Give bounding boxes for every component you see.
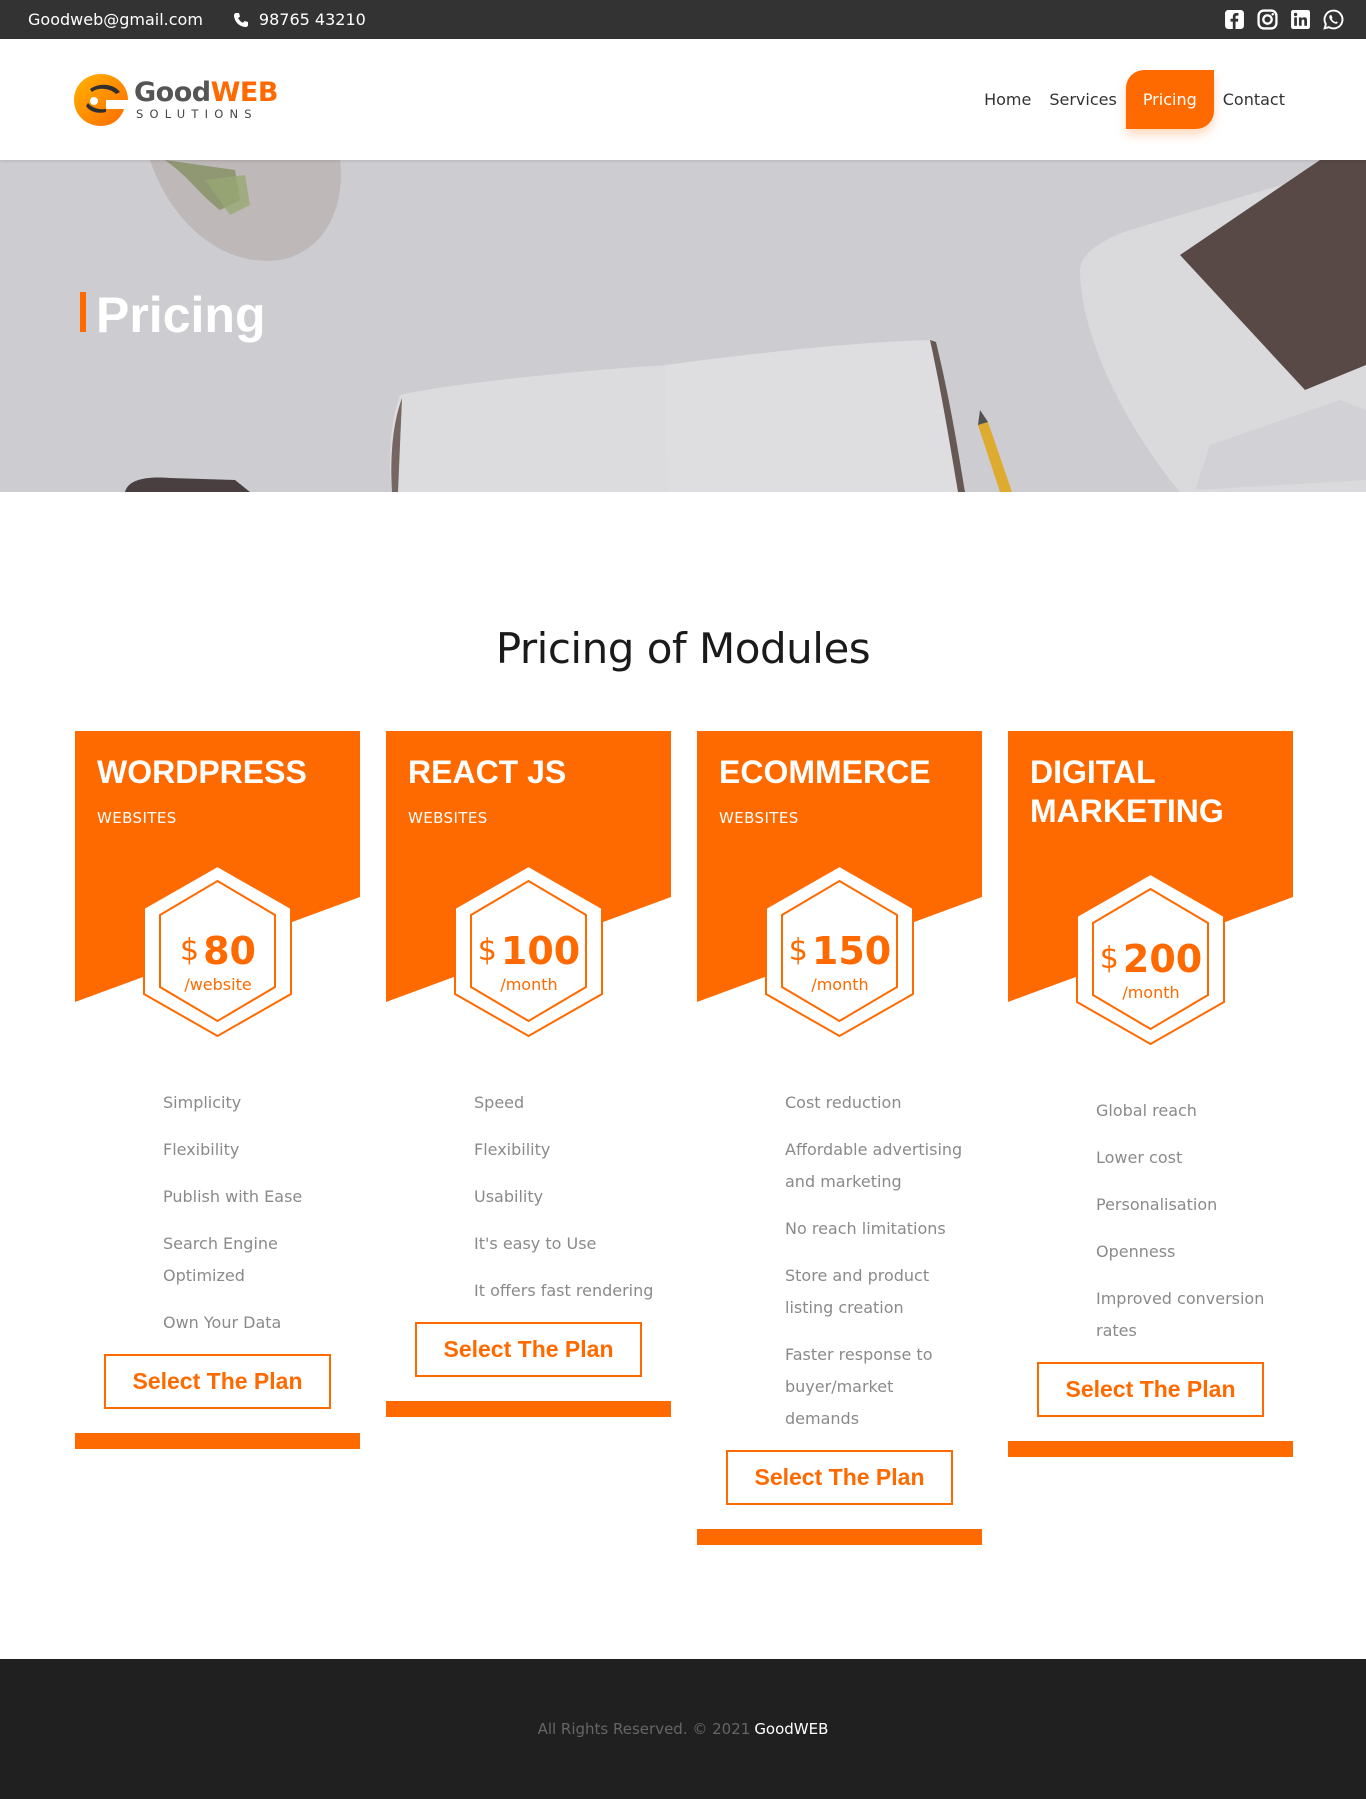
footer-brand-link[interactable]: GoodWEB — [754, 1720, 828, 1738]
feature-item: Flexibility — [163, 1140, 240, 1159]
feature-item: Affordable advertising and marketing — [785, 1140, 963, 1191]
copyright-text: All Rights Reserved. © 2021 — [537, 1720, 751, 1738]
top-bar: Goodweb@gmail.com 98765 43210 — [0, 0, 1366, 39]
site-header: GoodWEB SOLUTIONS Home Services Pricing … — [0, 39, 1366, 160]
hero-banner: Pricing — [0, 160, 1366, 492]
pricing-card-react: REACT JS WEBSITES $100 /month Speed Flex… — [386, 731, 671, 1417]
linkedin-icon[interactable] — [1290, 9, 1311, 30]
currency-symbol: $ — [477, 933, 497, 968]
card-bottom-bar — [75, 1433, 360, 1449]
feature-list: Speed Flexibility Usability It's easy to… — [386, 1087, 671, 1307]
nav-home[interactable]: Home — [975, 70, 1040, 129]
feature-item: Publish with Ease — [163, 1187, 303, 1206]
facebook-icon[interactable] — [1224, 9, 1245, 30]
phone-number: 98765 43210 — [258, 10, 366, 29]
logo-good: Good — [134, 76, 211, 108]
price-amount: 150 — [811, 929, 892, 973]
plan-price: $150 /month — [767, 929, 913, 994]
logo-mark-icon — [74, 73, 128, 126]
button-wrap: Select The Plan — [75, 1354, 360, 1409]
feature-item: Flexibility — [474, 1140, 551, 1159]
pricing-card-digital-marketing: DIGITAL MARKETING $200 /month Global rea… — [1008, 731, 1293, 1457]
price-amount: 80 — [203, 929, 256, 973]
select-plan-button[interactable]: Select The Plan — [104, 1354, 331, 1409]
button-wrap: Select The Plan — [697, 1450, 982, 1505]
plan-price: $100 /month — [456, 929, 602, 994]
whatsapp-icon[interactable] — [1323, 9, 1344, 30]
feature-item: Search Engine Optimized — [163, 1234, 278, 1285]
card-header: WORDPRESS WEBSITES $80 /website — [75, 731, 360, 1101]
pricing-section: Pricing of Modules WORDPRESS WEBSITES $8… — [0, 492, 1366, 1659]
logo-web: WEB — [210, 76, 279, 108]
price-amount: 100 — [500, 929, 581, 973]
plan-title: REACT JS — [408, 754, 567, 790]
email-link[interactable]: Goodweb@gmail.com — [28, 10, 203, 29]
price-period: /month — [811, 975, 869, 994]
feature-list: Global reach Lower cost Personalisation … — [1008, 1095, 1293, 1347]
price-period: /website — [184, 975, 252, 994]
price-period: /month — [500, 975, 558, 994]
pricing-card-ecommerce: ECOMMERCE WEBSITES $150 /month Cost redu… — [697, 731, 982, 1545]
select-plan-button[interactable]: Select The Plan — [415, 1322, 642, 1377]
contact-info: Goodweb@gmail.com 98765 43210 — [28, 10, 366, 29]
logo-wordmark: GoodWEB — [134, 79, 278, 106]
feature-item: It's easy to Use — [474, 1234, 597, 1253]
nav-services[interactable]: Services — [1040, 70, 1125, 129]
feature-item: Store and product listing creation — [785, 1266, 930, 1317]
social-links — [1224, 9, 1344, 30]
feature-item: Lower cost — [1096, 1148, 1183, 1167]
logo-tagline: SOLUTIONS — [136, 106, 258, 121]
plan-subtitle: WEBSITES — [97, 809, 177, 827]
card-bottom-bar — [697, 1529, 982, 1545]
plan-title: ECOMMERCE — [719, 754, 931, 790]
feature-item: Own Your Data — [163, 1313, 282, 1332]
feature-list: Cost reduction Affordable advertising an… — [697, 1087, 982, 1435]
feature-item: Improved conversion rates — [1096, 1289, 1265, 1340]
select-plan-button[interactable]: Select The Plan — [726, 1450, 953, 1505]
plan-price: $200 /month — [1078, 937, 1224, 1002]
section-title: Pricing of Modules — [495, 624, 871, 673]
nav-contact[interactable]: Contact — [1214, 70, 1294, 129]
price-period: /month — [1122, 983, 1180, 1002]
currency-symbol: $ — [1099, 941, 1119, 976]
button-wrap: Select The Plan — [386, 1322, 671, 1377]
card-bottom-bar — [386, 1401, 671, 1417]
plan-price: $80 /website — [145, 929, 291, 994]
currency-symbol: $ — [788, 933, 808, 968]
feature-item: Faster response to buyer/market demands — [785, 1345, 933, 1428]
pricing-card-wordpress: WORDPRESS WEBSITES $80 /website Simplici… — [75, 731, 360, 1449]
card-header: REACT JS WEBSITES $100 /month — [386, 731, 671, 1101]
feature-item: Openness — [1096, 1242, 1176, 1261]
feature-item: No reach limitations — [785, 1219, 946, 1238]
logo[interactable]: GoodWEB SOLUTIONS — [72, 72, 278, 128]
page-title: Pricing — [80, 290, 265, 340]
currency-symbol: $ — [180, 933, 200, 968]
plan-title: DIGITAL MARKETING — [1030, 754, 1224, 830]
feature-item: Usability — [474, 1187, 544, 1206]
main-nav: Home Services Pricing Contact — [975, 39, 1294, 160]
button-wrap: Select The Plan — [1008, 1362, 1293, 1417]
feature-item: Personalisation — [1096, 1195, 1218, 1214]
card-header: ECOMMERCE WEBSITES $150 /month — [697, 731, 982, 1101]
nav-pricing[interactable]: Pricing — [1125, 70, 1214, 129]
plan-title: WORDPRESS — [97, 754, 307, 790]
plan-subtitle: WEBSITES — [719, 809, 799, 827]
pricing-cards: WORDPRESS WEBSITES $80 /website Simplici… — [0, 731, 1366, 1545]
phone-link[interactable]: 98765 43210 — [233, 10, 366, 29]
plan-subtitle: WEBSITES — [408, 809, 488, 827]
select-plan-button[interactable]: Select The Plan — [1037, 1362, 1264, 1417]
price-amount: 200 — [1122, 937, 1203, 981]
feature-list: Simplicity Flexibility Publish with Ease… — [75, 1087, 360, 1339]
card-header: DIGITAL MARKETING $200 /month — [1008, 731, 1293, 1109]
site-footer: All Rights Reserved. © 2021 GoodWEB — [0, 1659, 1366, 1799]
card-bottom-bar — [1008, 1441, 1293, 1457]
phone-icon — [233, 12, 248, 27]
feature-item: It offers fast rendering — [474, 1281, 654, 1300]
logo-text: GoodWEB SOLUTIONS — [134, 79, 278, 121]
instagram-icon[interactable] — [1257, 9, 1278, 30]
